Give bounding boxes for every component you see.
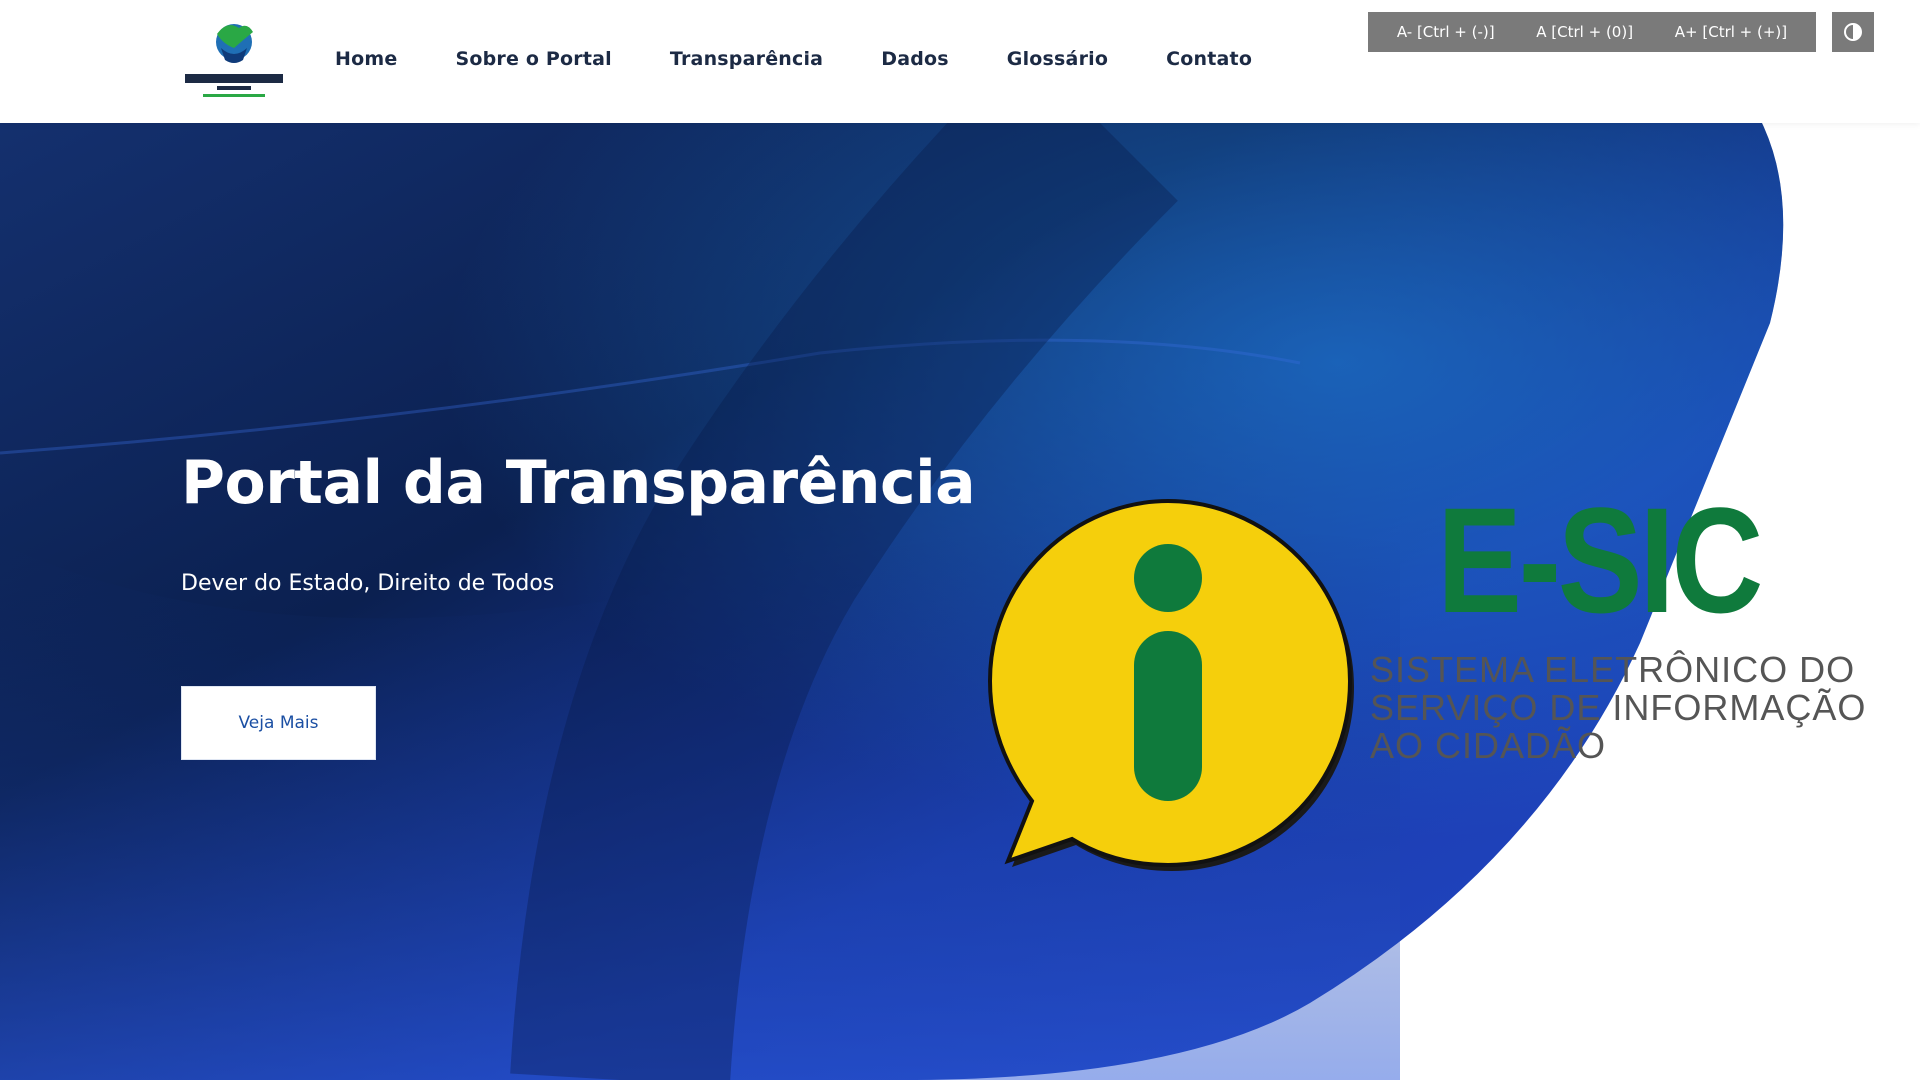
hero-title: Portal da Transparência xyxy=(181,448,976,518)
site-logo[interactable] xyxy=(177,14,291,108)
nav-sobre-o-portal[interactable]: Sobre o Portal xyxy=(455,48,611,70)
font-increase-button[interactable]: A+ [Ctrl + (+)] xyxy=(1675,23,1787,41)
font-reset-button[interactable]: A [Ctrl + (0)] xyxy=(1536,23,1633,41)
contrast-toggle-button[interactable] xyxy=(1832,12,1874,52)
esic-subtitle-line: AO CIDADÃO xyxy=(1370,725,1607,766)
see-more-button[interactable]: Veja Mais xyxy=(181,686,376,760)
nav-home[interactable]: Home xyxy=(335,48,397,70)
esic-subtitle-line: SERVIÇO DE INFORMAÇÃO xyxy=(1370,687,1867,728)
logo-emblem-icon xyxy=(185,24,283,97)
hero-subtitle: Dever do Estado, Direito de Todos xyxy=(181,571,555,596)
nav-contato[interactable]: Contato xyxy=(1166,48,1252,70)
site-header: Home Sobre o Portal Transparência Dados … xyxy=(0,0,1920,123)
hero-section: Portal da Transparência Dever do Estado,… xyxy=(0,123,1920,1080)
esic-subtitle-line: SISTEMA ELETRÔNICO DO xyxy=(1370,649,1856,690)
main-nav: Home Sobre o Portal Transparência Dados … xyxy=(335,48,1310,70)
esic-subtitle: SISTEMA ELETRÔNICO DO SERVIÇO DE INFORMA… xyxy=(1370,651,1866,765)
nav-transparencia[interactable]: Transparência xyxy=(670,48,823,70)
nav-dados[interactable]: Dados xyxy=(881,48,949,70)
accessibility-toolbar: A- [Ctrl + (-)] A [Ctrl + (0)] A+ [Ctrl … xyxy=(1368,12,1816,52)
nav-glossario[interactable]: Glossário xyxy=(1007,48,1108,70)
font-decrease-button[interactable]: A- [Ctrl + (-)] xyxy=(1397,23,1495,41)
esic-title: E-SIC xyxy=(1437,476,1763,644)
contrast-icon xyxy=(1844,23,1862,41)
